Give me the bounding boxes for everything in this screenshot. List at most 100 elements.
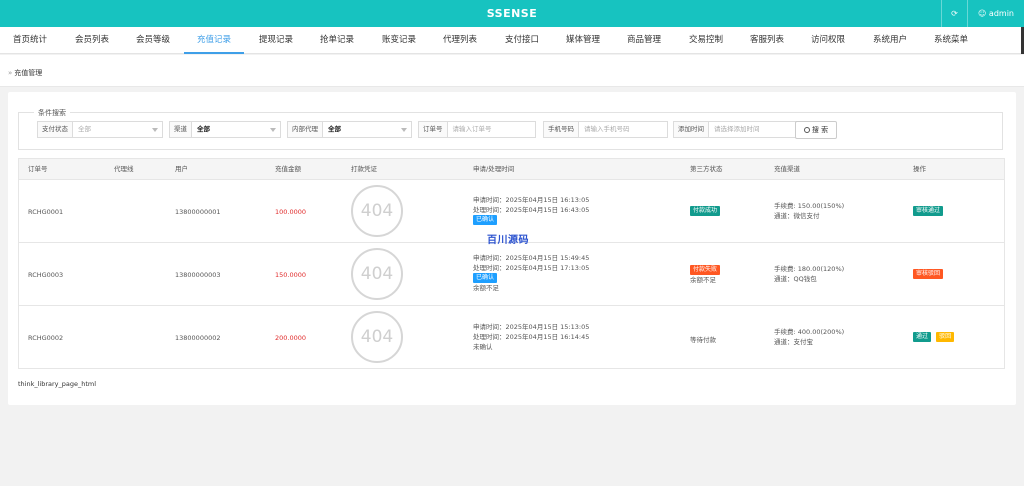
channel-info: 手续费: 180.00(120%) 通道：QQ钱包 xyxy=(774,264,844,284)
channel-filter: 渠道 全部 xyxy=(169,121,281,138)
fee-text: 手续费: 400.00(200%) xyxy=(774,328,845,336)
nav-item-access-rights[interactable]: 访问权限 xyxy=(811,27,845,54)
third-status: 等待付款 xyxy=(690,334,716,344)
refresh-icon: ⟳ xyxy=(951,9,958,18)
app-title: SSENSE xyxy=(486,7,538,20)
status-text: 余额不足 xyxy=(690,276,716,284)
col-proof: 打款凭证 xyxy=(351,165,377,173)
chevron-right-icon: » xyxy=(8,69,13,77)
main-nav: 首页统计 会员列表 会员等级 充值记录 提现记录 抢单记录 账变记录 代理列表 … xyxy=(0,27,1024,54)
breadcrumb: » 充值管理 xyxy=(8,68,42,78)
nav-item-recharge-records[interactable]: 充值记录 xyxy=(184,27,245,54)
agent-label: 内部代理 xyxy=(288,122,323,137)
nav-item-agents[interactable]: 代理列表 xyxy=(443,27,477,54)
order-no-input[interactable]: 请输入订单号 xyxy=(448,122,536,137)
actions: 通过 驳回 xyxy=(913,332,955,342)
channel-text: 通道：微信支付 xyxy=(774,212,820,220)
agent-select[interactable]: 全部 xyxy=(323,122,411,137)
order-no-filter: 订单号 请输入订单号 xyxy=(418,121,536,138)
nav-item-customer-service[interactable]: 客服列表 xyxy=(750,27,784,54)
time-block: 申请时间：2025年04月15日 15:49:45 处理时间：2025年04月1… xyxy=(473,253,589,293)
proof-image-placeholder[interactable]: 404 xyxy=(351,248,403,300)
nav-item-withdraw-records[interactable]: 提现记录 xyxy=(259,27,293,54)
nav-item-trade-control[interactable]: 交易控制 xyxy=(689,27,723,54)
pay-status-label: 支付状态 xyxy=(38,122,73,137)
add-time-input[interactable]: 请选择添加时间 xyxy=(709,122,797,137)
process-time: 处理时间：2025年04月15日 17:13:05 xyxy=(473,264,590,272)
table-row: RCHG0003 13800000003 150.0000 404 申请时间：2… xyxy=(18,243,1005,306)
fee-text: 手续费: 150.00(150%) xyxy=(774,202,845,210)
order-no: RCHG0001 xyxy=(28,208,64,216)
actions: 审核驳回 xyxy=(913,269,944,279)
channel-text: 通道：QQ钱包 xyxy=(774,275,817,283)
channel-text: 通道：支付宝 xyxy=(774,338,813,346)
status-badge: 付款失败 xyxy=(690,265,721,275)
user-menu[interactable]: ☺ admin xyxy=(967,0,1024,27)
col-order-no: 订单号 xyxy=(28,165,48,173)
apply-time: 申请时间：2025年04月15日 15:13:05 xyxy=(473,323,590,331)
chevron-down-icon xyxy=(270,128,276,132)
third-status: 付款失败 余额不足 xyxy=(690,265,721,285)
nav-item-system-menu[interactable]: 系统菜单 xyxy=(934,27,968,54)
user-phone: 13800000001 xyxy=(175,208,221,216)
pagination-placeholder: think_library_page_html xyxy=(18,380,97,388)
fee-text: 手续费: 180.00(120%) xyxy=(774,265,845,273)
search-button[interactable]: 搜 索 xyxy=(795,121,837,139)
third-status: 付款成功 xyxy=(690,206,721,216)
breadcrumb-label: 充值管理 xyxy=(14,69,43,77)
nav-item-home-stats[interactable]: 首页统计 xyxy=(13,27,47,54)
status-text: 等待付款 xyxy=(690,336,716,344)
chevron-down-icon xyxy=(401,128,407,132)
table-row: RCHG0002 13800000002 200.0000 404 申请时间：2… xyxy=(18,306,1005,369)
phone-input[interactable]: 请输入手机号码 xyxy=(579,122,667,137)
nav-item-balance-changes[interactable]: 账变记录 xyxy=(382,27,416,54)
col-actions: 操作 xyxy=(913,165,926,173)
search-icon xyxy=(803,127,810,133)
pay-status-select[interactable]: 全部 xyxy=(73,122,162,137)
channel-info: 手续费: 150.00(150%) 通道：微信支付 xyxy=(774,201,844,221)
table-header: 订单号 代理线 用户 充值金额 打款凭证 申请/处理时间 第三方状态 充值渠道 … xyxy=(18,158,1005,180)
nav-item-payment-api[interactable]: 支付接口 xyxy=(505,27,539,54)
col-agent-line: 代理线 xyxy=(114,165,134,173)
nav-item-members[interactable]: 会员列表 xyxy=(75,27,109,54)
search-form: 条件搜索 支付状态 全部 渠道 全部 内部代理 全部 订单号 请输入订单号 手机… xyxy=(18,108,1003,150)
user-phone: 13800000003 xyxy=(175,271,221,279)
add-time-filter: 添加时间 请选择添加时间 xyxy=(673,121,798,138)
col-third-status: 第三方状态 xyxy=(690,165,723,173)
time-block: 申请时间：2025年04月15日 16:13:05 处理时间：2025年04月1… xyxy=(473,195,589,225)
note-text: 余额不足 xyxy=(473,284,499,292)
user-name: admin xyxy=(988,9,1014,18)
nav-item-grab-orders[interactable]: 抢单记录 xyxy=(320,27,354,54)
phone-filter: 手机号码 请输入手机号码 xyxy=(543,121,668,138)
nav-item-products[interactable]: 商品管理 xyxy=(627,27,661,54)
channel-label: 渠道 xyxy=(170,122,192,137)
actions: 审核通过 xyxy=(913,206,944,216)
refresh-button[interactable]: ⟳ xyxy=(941,0,967,27)
nav-item-system-users[interactable]: 系统用户 xyxy=(873,27,907,54)
proof-image-placeholder[interactable]: 404 xyxy=(351,185,403,237)
agent-filter: 内部代理 全部 xyxy=(287,121,412,138)
amount: 150.0000 xyxy=(275,271,307,279)
status-badge: 付款成功 xyxy=(690,206,721,216)
pay-status-filter: 支付状态 全部 xyxy=(37,121,163,138)
watermark-text: 百川源码 xyxy=(487,235,529,246)
top-bar: SSENSE ⟳ ☺ admin xyxy=(0,0,1024,27)
reject-button[interactable]: 驳回 xyxy=(936,332,955,342)
nav-item-media[interactable]: 媒体管理 xyxy=(566,27,600,54)
reject-button[interactable]: 审核驳回 xyxy=(913,269,944,279)
note-text: 未确认 xyxy=(473,343,493,351)
col-user: 用户 xyxy=(175,165,188,173)
approve-button[interactable]: 审核通过 xyxy=(913,206,944,216)
process-time: 处理时间：2025年04月15日 16:14:45 xyxy=(473,333,590,341)
col-channel: 充值渠道 xyxy=(774,165,800,173)
approve-button[interactable]: 通过 xyxy=(913,332,932,342)
time-block: 申请时间：2025年04月15日 15:13:05 处理时间：2025年04月1… xyxy=(473,322,589,352)
nav-item-member-levels[interactable]: 会员等级 xyxy=(136,27,170,54)
phone-label: 手机号码 xyxy=(544,122,579,137)
channel-select[interactable]: 全部 xyxy=(192,122,280,137)
confirmed-badge: 已确认 xyxy=(473,273,498,283)
breadcrumb-bar: » 充值管理 xyxy=(0,55,1024,87)
proof-image-placeholder[interactable]: 404 xyxy=(351,311,403,363)
order-no: RCHG0003 xyxy=(28,271,64,279)
amount: 100.0000 xyxy=(275,208,307,216)
